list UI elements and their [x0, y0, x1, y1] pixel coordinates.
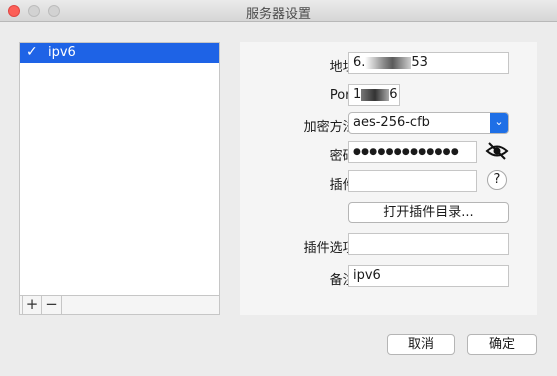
ok-button[interactable]: 确定 [467, 334, 537, 355]
add-server-button[interactable]: + [22, 296, 42, 314]
server-list-item-label: ipv6 [48, 45, 76, 60]
window-title: 服务器设置 [245, 7, 311, 22]
title-bar: 服务器设置 [0, 0, 557, 22]
help-button[interactable]: ? [487, 170, 507, 190]
address-field[interactable]: 6. 53 [348, 52, 509, 74]
chevron-down-icon[interactable]: ⌄ [490, 113, 508, 133]
hide-password-icon[interactable] [485, 141, 509, 161]
open-plugin-directory-button[interactable]: 打开插件目录... [348, 202, 509, 223]
password-value: ●●●●●●●●●●●●● [353, 147, 459, 157]
remove-server-button[interactable]: − [42, 296, 62, 314]
server-list[interactable]: ✓ ipv6 [19, 42, 220, 296]
port-field[interactable]: 16 [348, 84, 400, 106]
plugin-field[interactable] [348, 170, 477, 192]
redaction-mask [365, 56, 412, 69]
checkmark-icon: ✓ [26, 44, 38, 60]
redaction-mask [361, 88, 390, 101]
address-value-end: 53 [411, 55, 428, 70]
cancel-button[interactable]: 取消 [387, 334, 455, 355]
port-value-start: 1 [353, 87, 362, 102]
address-value-start: 6. [353, 55, 366, 70]
encryption-value: aes-256-cfb [353, 115, 430, 130]
remarks-field[interactable]: ipv6 [348, 265, 509, 287]
plugin-options-field[interactable] [348, 233, 509, 255]
server-list-item[interactable]: ✓ ipv6 [20, 43, 219, 63]
password-field[interactable]: ●●●●●●●●●●●●● [348, 141, 477, 163]
encryption-select[interactable]: aes-256-cfb ⌄ [348, 112, 509, 134]
list-edit-bar: + − [19, 296, 220, 315]
port-value-end: 6 [389, 87, 398, 102]
